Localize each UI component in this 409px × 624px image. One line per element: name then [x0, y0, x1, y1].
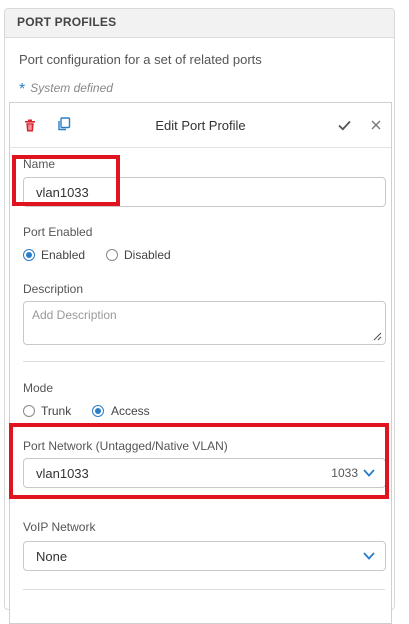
close-icon[interactable]	[371, 120, 381, 130]
mode-label: Mode	[23, 381, 54, 395]
description-placeholder: Add Description	[32, 308, 117, 322]
port-profiles-panel: PORT PROFILES Port configuration for a s…	[4, 8, 395, 624]
star-icon: *	[19, 81, 26, 98]
description-label: Description	[23, 282, 84, 296]
resize-handle-icon[interactable]	[373, 332, 382, 341]
radio-disabled[interactable]	[106, 249, 118, 261]
divider	[23, 589, 385, 590]
radio-disabled-label: Disabled	[124, 248, 171, 262]
port-enabled-label: Port Enabled	[23, 225, 93, 239]
chevron-down-icon[interactable]	[363, 552, 375, 560]
radio-enabled[interactable]	[23, 249, 35, 261]
edit-header: Edit Port Profile	[10, 103, 391, 148]
radio-access[interactable]	[92, 405, 104, 417]
panel-description: Port configuration for a set of related …	[19, 52, 262, 67]
radio-trunk-label: Trunk	[41, 404, 72, 418]
highlight-name-field	[12, 155, 120, 206]
radio-access-label: Access	[111, 404, 150, 418]
highlight-port-network	[9, 423, 389, 499]
system-defined-label: System defined	[30, 81, 113, 95]
divider	[23, 361, 385, 362]
description-textarea[interactable]: Add Description	[23, 301, 386, 345]
system-defined-legend: * System defined	[19, 79, 113, 98]
panel-header: PORT PROFILES	[5, 9, 394, 38]
voip-network-label: VoIP Network	[23, 520, 96, 534]
radio-trunk[interactable]	[23, 405, 35, 417]
check-icon[interactable]	[338, 120, 351, 131]
edit-title: Edit Port Profile	[155, 118, 246, 133]
voip-network-value: None	[36, 549, 68, 564]
panel-title: PORT PROFILES	[17, 15, 117, 29]
radio-enabled-label: Enabled	[41, 248, 86, 262]
voip-network-select[interactable]: None	[23, 541, 386, 571]
